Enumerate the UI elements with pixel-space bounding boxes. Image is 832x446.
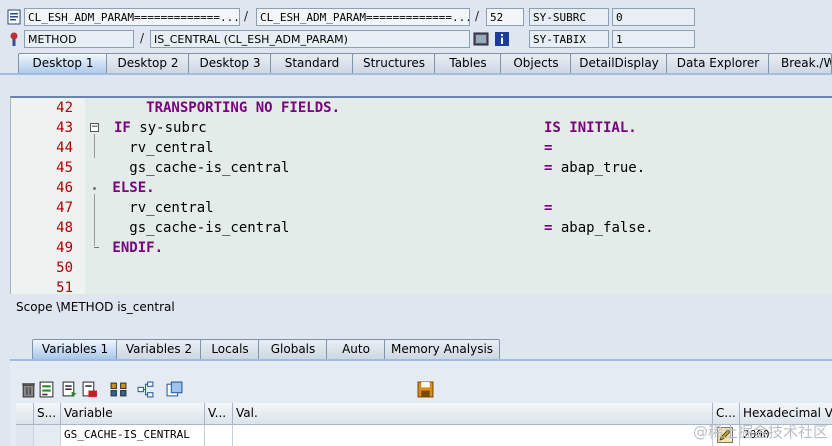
code-line[interactable]: 46 ELSE. <box>11 178 831 198</box>
code-line[interactable]: 43 − IF sy-subrc IS INITIAL. <box>11 118 831 138</box>
line-number: 45 <box>56 160 73 176</box>
code-line[interactable]: 47 rv_central = <box>11 198 831 218</box>
system-var-name-field[interactable]: SY-TABIX <box>529 30 609 48</box>
tab-detail-display[interactable]: DetailDisplay <box>570 53 668 73</box>
structure-icon[interactable] <box>110 381 127 398</box>
include-field[interactable]: CL_ESH_ADM_PARAM=============... <box>256 8 470 26</box>
info-row-method: METHOD / IS_CENTRAL (CL_ESH_ADM_PARAM) S… <box>0 29 832 49</box>
code-text: gs_cache-is_central <box>104 160 290 176</box>
tab-locals[interactable]: Locals <box>200 339 260 359</box>
line-number: 51 <box>56 280 73 296</box>
code-line[interactable]: 51 <box>11 278 831 298</box>
line-number: 46 <box>56 180 73 196</box>
line-number-field[interactable]: 52 <box>486 8 524 26</box>
code-line[interactable]: 42 TRANSPORTING NO FIELDS. <box>11 98 831 118</box>
tab-memory-analysis[interactable]: Memory Analysis <box>384 339 500 359</box>
fold-marker-icon <box>93 187 96 190</box>
column-header-select <box>16 403 34 425</box>
save-icon[interactable] <box>417 381 434 398</box>
code-text: IS INITIAL. <box>544 120 637 136</box>
code-text: gs_cache-is_central <box>104 220 290 236</box>
row-status-cell <box>34 425 61 446</box>
source-code-editor[interactable]: 42 TRANSPORTING NO FIELDS. 43 − IF sy-su… <box>10 96 832 296</box>
row-selector[interactable] <box>16 425 34 446</box>
column-header-status[interactable]: S... <box>34 403 61 425</box>
column-header-value[interactable]: Val. <box>233 403 713 425</box>
system-var-name-field[interactable]: SY-SUBRC <box>529 8 609 26</box>
code-text: TRANSPORTING NO FIELDS. <box>104 100 341 116</box>
code-line[interactable]: 44 rv_central = <box>11 138 831 158</box>
variables-toolbar <box>18 381 518 399</box>
tab-structures[interactable]: Structures <box>352 53 436 73</box>
tab-variables-1[interactable]: Variables 1 <box>32 339 118 359</box>
separator: / <box>244 9 249 23</box>
column-header-variable[interactable]: Variable <box>61 403 205 425</box>
variable-name-cell[interactable]: GS_CACHE-IS_CENTRAL <box>61 425 205 446</box>
tab-globals[interactable]: Globals <box>258 339 328 359</box>
code-line[interactable]: 45 gs_cache-is_central = abap_true. <box>11 158 831 178</box>
code-line[interactable]: 48 gs_cache-is_central = abap_false. <box>11 218 831 238</box>
open-object-icon[interactable] <box>166 381 183 398</box>
program-field[interactable]: CL_ESH_ADM_PARAM=============... <box>24 8 240 26</box>
tab-data-explorer[interactable]: Data Explorer <box>666 53 770 73</box>
save-variables-icon[interactable] <box>81 381 98 398</box>
program-icon <box>7 9 21 25</box>
separator: / <box>475 9 480 23</box>
event-name-field[interactable]: IS_CENTRAL (CL_ESH_ADM_PARAM) <box>150 30 470 48</box>
tab-desktop-3[interactable]: Desktop 3 <box>188 53 272 73</box>
variable-tabs: Variables 1 Variables 2 Locals Globals A… <box>0 339 832 359</box>
line-number: 42 <box>56 100 73 116</box>
code-text: ELSE. <box>104 180 155 196</box>
code-text: rv_central <box>104 140 214 156</box>
code-text: = <box>544 200 553 216</box>
tab-desktop-1[interactable]: Desktop 1 <box>18 53 108 75</box>
line-number: 44 <box>56 140 73 156</box>
line-number: 50 <box>56 260 73 276</box>
info-row-program: CL_ESH_ADM_PARAM=============... / CL_ES… <box>0 7 832 27</box>
system-var-value-field[interactable]: 1 <box>612 30 695 48</box>
line-number: 48 <box>56 220 73 236</box>
tab-divider <box>0 73 832 75</box>
code-text: = <box>544 140 553 156</box>
display-source-icon[interactable] <box>473 31 489 47</box>
delete-icon[interactable] <box>20 381 37 398</box>
desktop-tabs: Desktop 1 Desktop 2 Desktop 3 Standard S… <box>0 53 832 75</box>
tab-breakpoints[interactable]: Break./W <box>768 53 832 73</box>
code-line[interactable]: 50 <box>11 258 831 278</box>
tab-standard[interactable]: Standard <box>270 53 354 73</box>
watermark: @稀土掘金技术社区 <box>692 423 828 441</box>
scope-label: Scope \METHOD is_central <box>10 296 832 318</box>
line-number: 43 <box>56 120 73 136</box>
method-icon <box>10 32 18 46</box>
load-variables-icon[interactable] <box>61 381 78 398</box>
separator: / <box>140 31 145 45</box>
code-text: ENDIF. <box>104 240 164 256</box>
fold-end-icon <box>94 247 99 248</box>
code-text: rv_central <box>104 200 214 216</box>
value-cell[interactable] <box>233 425 713 446</box>
info-icon[interactable] <box>494 31 510 47</box>
tab-objects[interactable]: Objects <box>500 53 572 73</box>
column-header-v[interactable]: V... <box>205 403 233 425</box>
line-number: 49 <box>56 240 73 256</box>
tab-tables[interactable]: Tables <box>434 53 502 73</box>
tab-auto[interactable]: Auto <box>326 339 386 359</box>
v-cell <box>205 425 233 446</box>
detail-view-icon[interactable] <box>38 381 55 398</box>
event-type-field[interactable]: METHOD <box>24 30 134 48</box>
tab-variables-2[interactable]: Variables 2 <box>116 339 202 359</box>
collapse-icon[interactable]: − <box>90 123 99 132</box>
tab-desktop-2[interactable]: Desktop 2 <box>106 53 190 73</box>
hierarchy-icon[interactable] <box>137 381 154 398</box>
system-var-value-field[interactable]: 0 <box>612 8 695 26</box>
code-line[interactable]: 49 ENDIF. <box>11 238 831 258</box>
line-number: 47 <box>56 200 73 216</box>
